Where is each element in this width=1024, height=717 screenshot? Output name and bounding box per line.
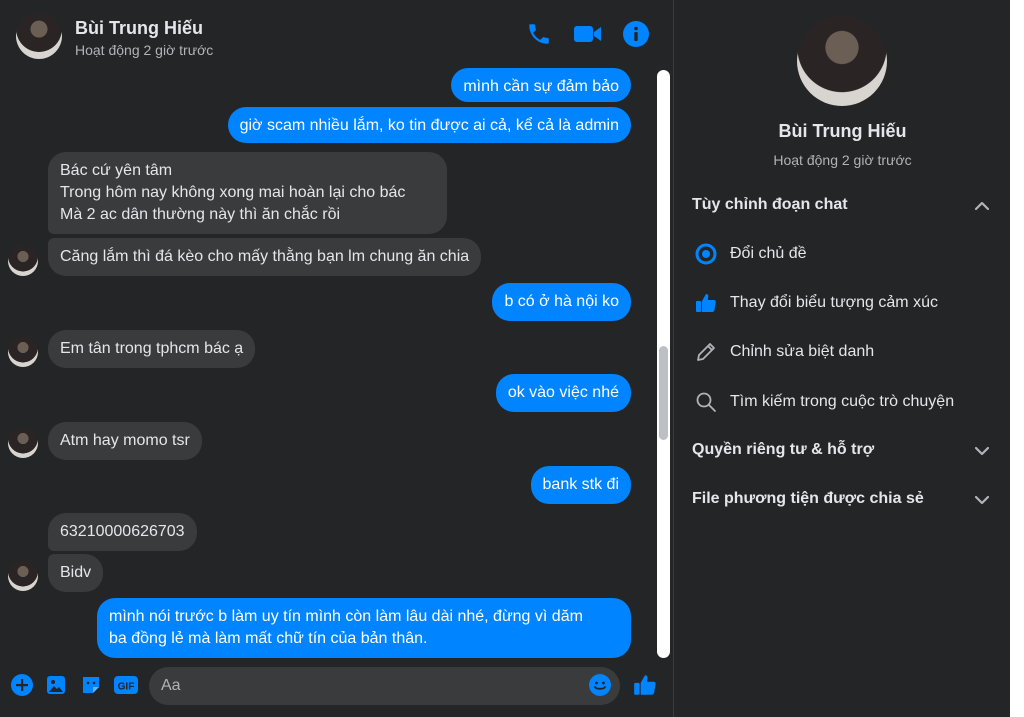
contact-avatar-small — [8, 561, 38, 591]
panel-item-label: Thay đổi biểu tượng cảm xúc — [730, 294, 938, 311]
message-received[interactable]: Bidv — [48, 554, 104, 592]
window-edge — [1010, 0, 1024, 717]
phone-icon[interactable] — [525, 20, 553, 48]
panel-item-change-theme[interactable]: Đổi chủ đề — [692, 239, 992, 269]
conversation-info-panel: Bùi Trung Hiếu Hoạt động 2 giờ trước Tùy… — [673, 0, 1010, 717]
message-sent[interactable]: ok vào việc nhé — [495, 374, 631, 412]
scrollbar-thumb[interactable] — [659, 346, 668, 440]
section-customize-label: Tùy chỉnh đoạn chat — [692, 196, 848, 213]
image-icon[interactable] — [43, 672, 69, 698]
message-sent[interactable]: giờ scam nhiều lắm, ko tin được ai cả, k… — [227, 107, 631, 143]
message-list[interactable]: mình cần sự đảm bảo giờ scam nhiều lắm, … — [0, 66, 655, 658]
section-customize-chat[interactable]: Tùy chỉnh đoạn chat — [692, 196, 992, 216]
message-received[interactable]: Em tân trong tphcm bác ạ — [48, 330, 256, 368]
panel-item-edit-nickname[interactable]: Chỉnh sửa biệt danh — [692, 337, 992, 367]
pencil-icon — [692, 338, 720, 366]
contact-avatar-small — [8, 246, 38, 276]
composer: GIF Aa — [0, 658, 673, 717]
like-icon[interactable] — [632, 672, 658, 698]
message-sent[interactable]: b có ở hà nội ko — [492, 283, 631, 321]
message-sent[interactable]: bank stk đi — [530, 466, 631, 504]
search-icon — [692, 388, 720, 416]
chat-column: Bùi Trung Hiếu Hoạt động 2 giờ trước mìn… — [0, 0, 673, 717]
video-icon[interactable] — [572, 20, 604, 48]
message-received[interactable]: 63210000626703 — [48, 513, 197, 551]
panel-item-label: Chỉnh sửa biệt danh — [730, 343, 875, 360]
chat-header: Bùi Trung Hiếu Hoạt động 2 giờ trước — [0, 0, 673, 70]
panel-item-change-emoji[interactable]: Thay đổi biểu tượng cảm xúc — [692, 288, 992, 318]
section-privacy-label: Quyền riêng tư & hỗ trợ — [692, 441, 875, 458]
panel-item-label: Đổi chủ đề — [730, 245, 807, 262]
chevron-up-icon — [972, 196, 992, 216]
gif-icon[interactable]: GIF — [112, 672, 140, 698]
panel-contact-status: Hoạt động 2 giờ trước — [773, 152, 912, 168]
emoji-icon[interactable] — [587, 672, 613, 698]
panel-contact-name[interactable]: Bùi Trung Hiếu — [674, 121, 1011, 142]
chevron-down-icon — [972, 441, 992, 461]
gif-label: GIF — [118, 682, 135, 693]
message-sent[interactable]: mình cần sự đảm bảo — [451, 68, 631, 102]
info-icon[interactable] — [622, 20, 650, 48]
contact-status: Hoạt động 2 giờ trước — [75, 42, 214, 58]
message-sent[interactable]: mình nói trước b làm uy tín mình còn làm… — [97, 598, 631, 658]
chevron-down-icon — [972, 490, 992, 510]
section-privacy-support[interactable]: Quyền riêng tư & hỗ trợ — [692, 441, 992, 461]
contact-name[interactable]: Bùi Trung Hiếu — [75, 18, 203, 39]
message-received[interactable]: Căng lắm thì đá kèo cho mấy thằng bạn lm… — [48, 238, 482, 276]
thumbs-up-icon — [692, 289, 720, 317]
contact-avatar-small — [8, 337, 38, 367]
messenger-app: Bùi Trung Hiếu Hoạt động 2 giờ trước mìn… — [0, 0, 1010, 717]
message-received[interactable]: Atm hay momo tsr — [48, 422, 202, 460]
add-icon[interactable] — [9, 672, 35, 698]
contact-avatar-small — [8, 428, 38, 458]
section-media-label: File phương tiện được chia sẻ — [692, 490, 924, 507]
contact-avatar[interactable] — [16, 13, 62, 59]
scrollbar[interactable] — [655, 70, 673, 658]
message-input-placeholder: Aa — [161, 677, 181, 694]
section-shared-media[interactable]: File phương tiện được chia sẻ — [692, 490, 992, 510]
sticker-icon[interactable] — [78, 672, 104, 698]
theme-icon — [692, 240, 720, 268]
panel-item-search-conversation[interactable]: Tìm kiếm trong cuộc trò chuyện — [692, 387, 992, 417]
message-input[interactable]: Aa — [149, 667, 620, 705]
panel-avatar[interactable] — [797, 16, 887, 106]
message-received[interactable]: Bác cứ yên tâm Trong hôm nay không xong … — [48, 152, 447, 234]
panel-item-label: Tìm kiếm trong cuộc trò chuyện — [730, 393, 955, 410]
